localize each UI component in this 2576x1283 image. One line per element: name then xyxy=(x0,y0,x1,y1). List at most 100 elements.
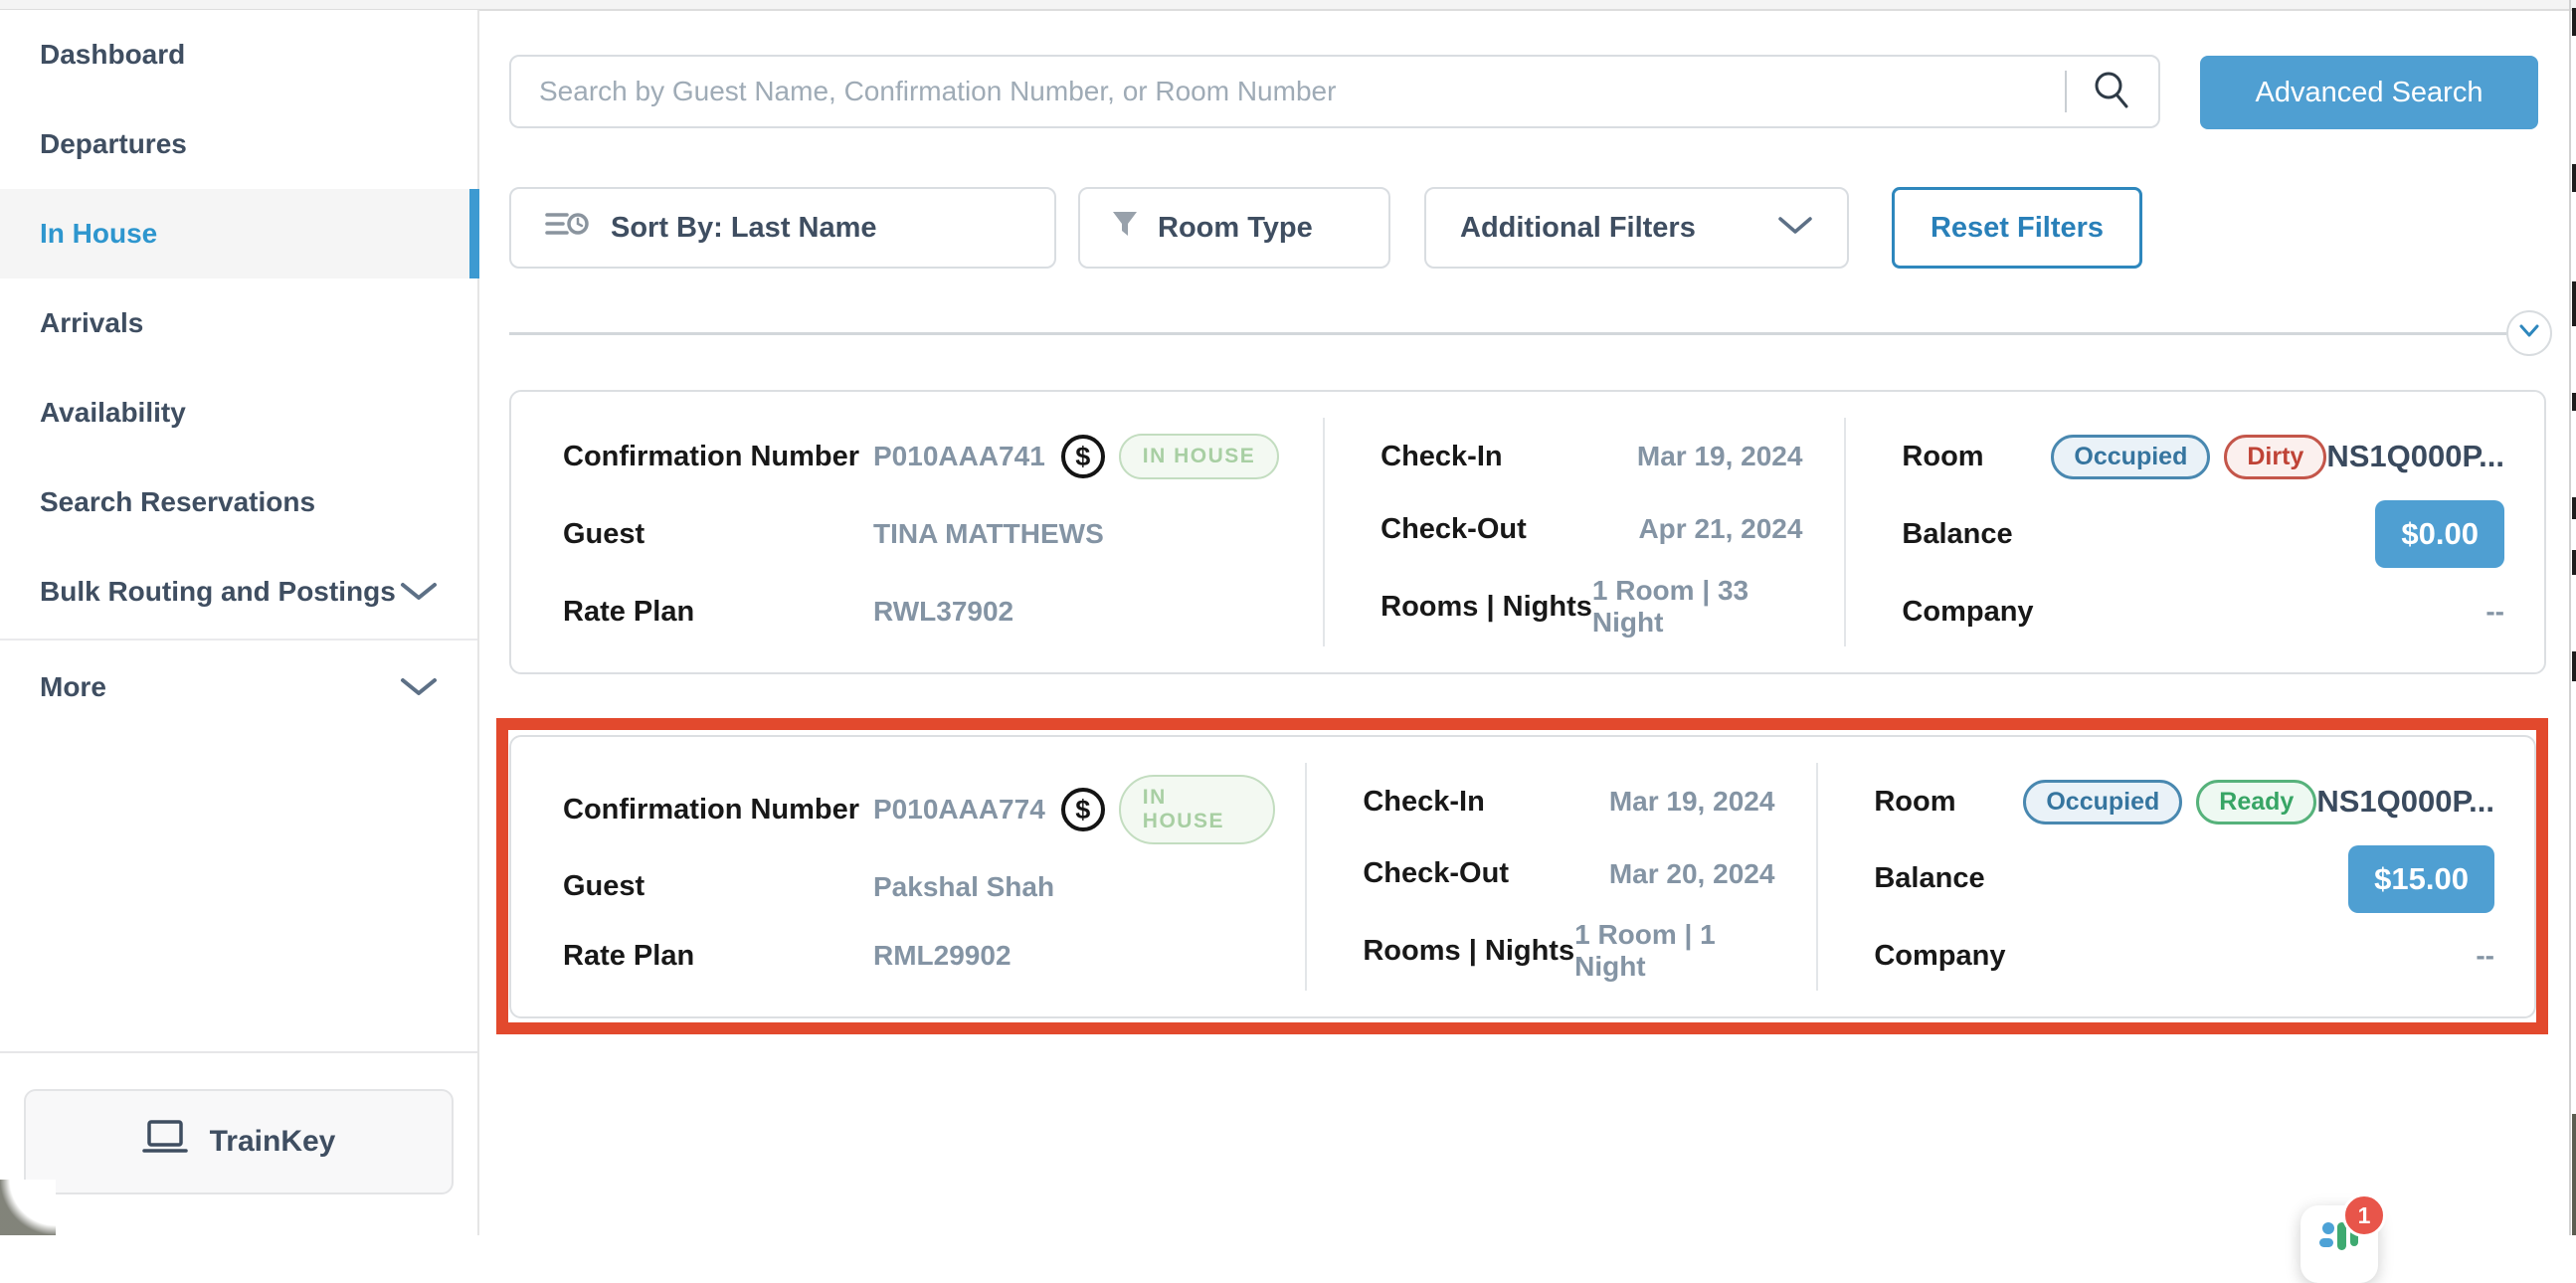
company-row: Company -- xyxy=(1902,585,2504,639)
reset-filters-button[interactable]: Reset Filters xyxy=(1892,187,2142,269)
sort-by-button[interactable]: Sort By: Last Name xyxy=(509,187,1056,269)
card-guest-column: Confirmation Number P010AAA774 $ IN HOUS… xyxy=(511,737,1305,1016)
sidebar: Dashboard Departures In House Arrivals A… xyxy=(0,10,479,1235)
additional-filters-dropdown[interactable]: Additional Filters xyxy=(1424,187,1849,269)
reservation-card[interactable]: Confirmation Number P010AAA741 $ IN HOUS… xyxy=(509,390,2546,674)
room-type-label: Room Type xyxy=(1158,212,1313,245)
laptop-icon xyxy=(142,1119,188,1165)
card-room-column: Room Occupied Ready NS1Q000P... Balance … xyxy=(1818,737,2534,1016)
occupancy-badge: Occupied xyxy=(2023,780,2182,825)
occupancy-badge: Occupied xyxy=(2051,435,2210,479)
chevron-down-icon xyxy=(1777,212,1813,245)
reservation-card[interactable]: Confirmation Number P010AAA774 $ IN HOUS… xyxy=(509,735,2536,1018)
sort-icon xyxy=(545,207,589,249)
edge-fragment xyxy=(2572,164,2576,192)
sidebar-item-arrivals[interactable]: Arrivals xyxy=(0,278,477,368)
balance-button[interactable]: $15.00 xyxy=(2348,845,2494,913)
sidebar-item-label: Search Reservations xyxy=(40,486,315,518)
search-icon[interactable] xyxy=(2091,69,2132,115)
sidebar-item-label: In House xyxy=(40,218,157,250)
rooms-nights-value: 1 Room | 1 Night xyxy=(1574,919,1774,983)
check-in-label: Check-In xyxy=(1363,786,1484,819)
room-row: Room Occupied Dirty NS1Q000P... xyxy=(1902,430,2504,483)
sidebar-item-availability[interactable]: Availability xyxy=(0,368,477,458)
housekeeping-badge: Dirty xyxy=(2224,435,2326,479)
guest-row: Guest Pakshal Shah xyxy=(563,860,1275,914)
confirmation-label: Confirmation Number xyxy=(563,441,873,473)
check-in-date: Mar 19, 2024 xyxy=(1637,441,1803,472)
check-out-date: Mar 20, 2024 xyxy=(1609,858,1775,890)
trainkey-button[interactable]: TrainKey xyxy=(24,1089,454,1194)
sidebar-item-departures[interactable]: Departures xyxy=(0,99,477,189)
card-room-column: Room Occupied Dirty NS1Q000P... Balance … xyxy=(1846,392,2544,672)
check-in-row: Check-In Mar 19, 2024 xyxy=(1380,430,1802,483)
edge-fragment xyxy=(2572,497,2576,519)
sidebar-divider xyxy=(0,639,477,641)
balance-row: Balance $15.00 xyxy=(1874,845,2494,913)
balance-button[interactable]: $0.00 xyxy=(2375,500,2504,568)
room-number: NS1Q000P... xyxy=(2326,439,2504,474)
confirmation-number: P010AAA741 xyxy=(873,441,1045,472)
additional-filters-label: Additional Filters xyxy=(1460,212,1696,245)
room-number: NS1Q000P... xyxy=(2316,784,2494,820)
card-dates-column: Check-In Mar 19, 2024 Check-Out Mar 20, … xyxy=(1307,737,1816,1016)
sidebar-item-label: Dashboard xyxy=(40,39,185,71)
housekeeping-badge: Ready xyxy=(2196,780,2316,825)
company-label: Company xyxy=(1902,596,2033,629)
guest-name: TINA MATTHEWS xyxy=(873,518,1104,550)
check-out-row: Check-Out Apr 21, 2024 xyxy=(1380,502,1802,556)
balance-label: Balance xyxy=(1902,518,2012,551)
rooms-nights-row: Rooms | Nights 1 Room | 33 Night xyxy=(1380,575,1802,639)
collapse-toggle[interactable] xyxy=(2506,310,2552,356)
sidebar-item-dashboard[interactable]: Dashboard xyxy=(0,10,477,99)
main-content: Advanced Search Sort By: Last Name Room … xyxy=(479,10,2576,1235)
check-in-row: Check-In Mar 19, 2024 xyxy=(1363,775,1774,828)
company-label: Company xyxy=(1874,940,2005,973)
advanced-search-button[interactable]: Advanced Search xyxy=(2200,56,2538,129)
confirmation-label: Confirmation Number xyxy=(563,794,873,826)
rate-plan-label: Rate Plan xyxy=(563,596,873,629)
status-badge: IN HOUSE xyxy=(1119,434,1280,479)
rate-plan-row: Rate Plan RML29902 xyxy=(563,929,1275,983)
rate-plan-label: Rate Plan xyxy=(563,940,873,973)
guest-label: Guest xyxy=(563,518,873,551)
room-label: Room xyxy=(1874,786,2023,819)
confirmation-number: P010AAA774 xyxy=(873,794,1045,825)
balance-row: Balance $0.00 xyxy=(1902,500,2504,568)
edge-fragment xyxy=(2572,1114,2576,1235)
sidebar-item-label: More xyxy=(40,671,106,703)
sidebar-item-label: Bulk Routing and Postings xyxy=(40,576,396,608)
room-type-button[interactable]: Room Type xyxy=(1078,187,1390,269)
company-row: Company -- xyxy=(1874,929,2494,983)
reset-filters-label: Reset Filters xyxy=(1931,212,2104,245)
guest-name: Pakshal Shah xyxy=(873,871,1054,903)
sidebar-bottom-divider xyxy=(0,1051,477,1053)
sidebar-item-in-house[interactable]: In House xyxy=(0,189,477,278)
sidebar-item-search-reservations[interactable]: Search Reservations xyxy=(0,458,477,547)
room-row: Room Occupied Ready NS1Q000P... xyxy=(1874,775,2494,828)
guest-row: Guest TINA MATTHEWS xyxy=(563,507,1293,561)
window-corner xyxy=(0,1180,56,1235)
rate-plan-value: RML29902 xyxy=(873,940,1012,972)
balance-label: Balance xyxy=(1874,862,1984,895)
sidebar-item-bulk-routing[interactable]: Bulk Routing and Postings xyxy=(0,547,477,637)
dollar-circle-icon[interactable]: $ xyxy=(1061,788,1105,831)
rate-plan-value: RWL37902 xyxy=(873,596,1013,628)
card-guest-column: Confirmation Number P010AAA741 $ IN HOUS… xyxy=(511,392,1323,672)
sort-by-label: Sort By: Last Name xyxy=(611,212,877,245)
company-value: -- xyxy=(2476,940,2494,972)
dollar-circle-icon[interactable]: $ xyxy=(1061,435,1105,478)
guest-label: Guest xyxy=(563,870,873,903)
check-out-label: Check-Out xyxy=(1363,857,1509,890)
rooms-nights-label: Rooms | Nights xyxy=(1380,591,1592,624)
search-input[interactable] xyxy=(537,75,2055,108)
sidebar-item-label: Departures xyxy=(40,128,187,160)
check-out-date: Apr 21, 2024 xyxy=(1638,513,1802,545)
results-divider xyxy=(509,332,2508,335)
sidebar-item-label: Arrivals xyxy=(40,307,143,339)
edge-fragment xyxy=(2572,8,2576,36)
sidebar-item-more[interactable]: More xyxy=(0,642,477,732)
check-out-row: Check-Out Mar 20, 2024 xyxy=(1363,847,1774,901)
check-out-label: Check-Out xyxy=(1380,513,1527,546)
search-bar xyxy=(509,55,2160,128)
